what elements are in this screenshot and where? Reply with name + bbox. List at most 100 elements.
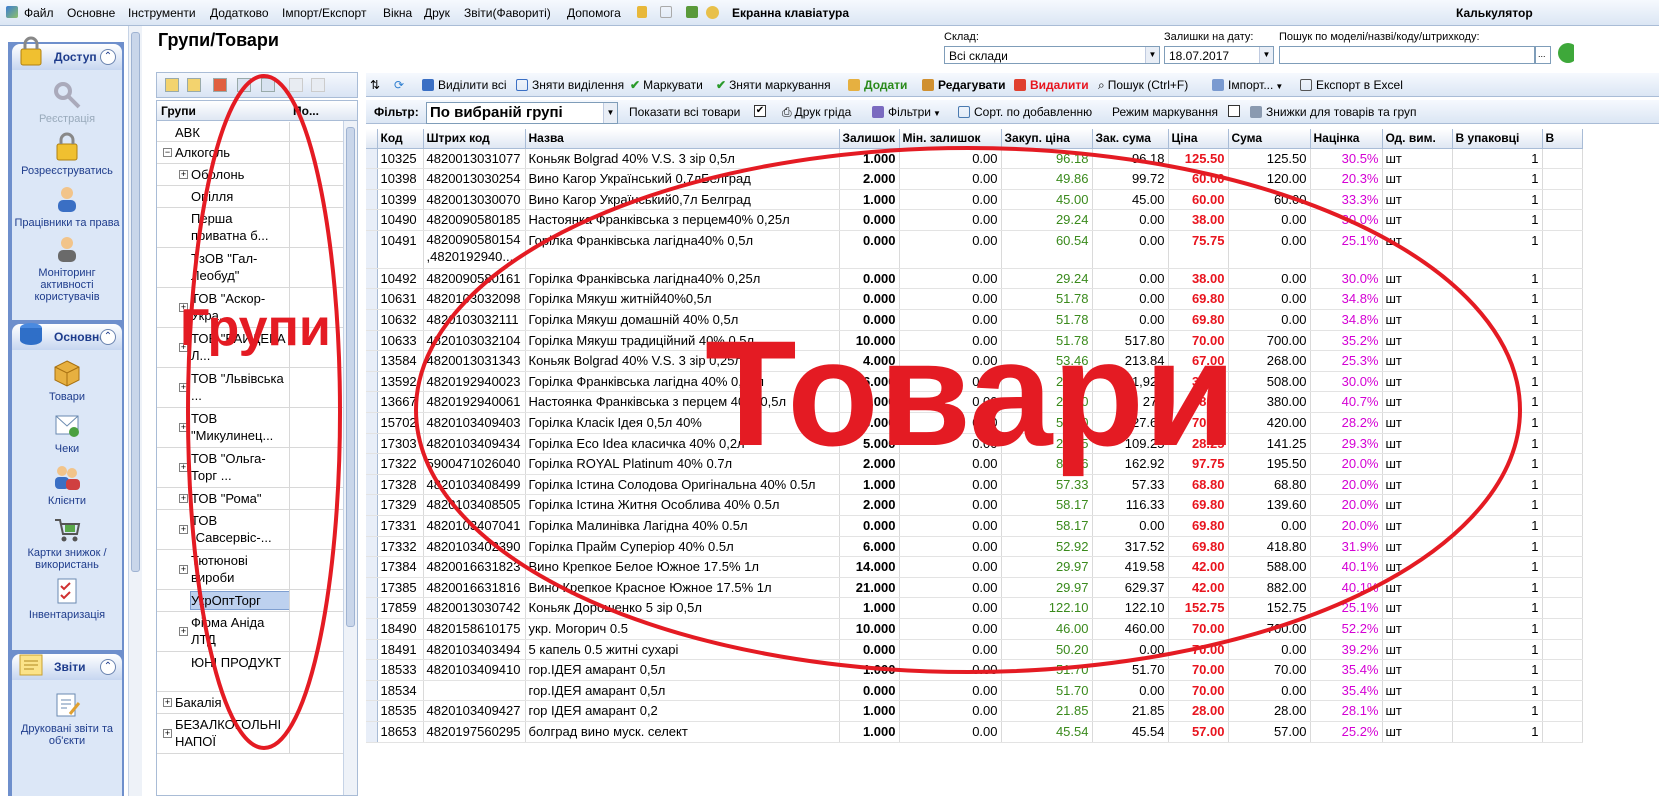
group-row[interactable]: + ТОВ "Аскор-Укра... [157,288,343,328]
table-row[interactable]: 17329 4820103408505 Горілка Істина Житня О… [366,494,1583,516]
user-lock-icon[interactable] [686,6,698,18]
sidebar-item-clients[interactable]: Клієнти [12,462,122,507]
table-row[interactable]: 17385 4820016631816 Вино Крепкое Красное Ю… [366,577,1583,599]
group-row[interactable]: Опілля [157,186,343,208]
chevron-down-icon[interactable]: ▼ [1259,47,1273,63]
group-row[interactable]: ТзОВ "Гал-Леобуд" [157,248,343,288]
expand-icon[interactable]: + [179,463,188,472]
show-all-goods-checkbox[interactable]: ✔ [754,105,766,117]
row-indicator[interactable] [366,700,378,722]
groups-column-header[interactable]: Групи [161,104,196,118]
add-group-icon[interactable] [165,78,179,92]
table-row[interactable]: 10399 4820013030070 Вино Кагор Український… [366,189,1583,211]
row-indicator[interactable] [366,371,378,393]
date-picker[interactable]: 18.07.2017 ▼ [1164,46,1274,64]
expand-icon[interactable]: + [179,423,188,432]
sidebar-item-registration[interactable]: Реєстрація [12,80,122,125]
import-button[interactable]: Імпорт... ▼ [1212,78,1283,92]
table-row[interactable]: 17328 4820103408499 Горілка Істина Солодов… [366,474,1583,496]
column-header[interactable]: Ціна [1168,129,1229,149]
table-row[interactable]: 10631 4820103032098 Горілка Мякуш житній40… [366,288,1583,311]
marking-mode-checkbox[interactable] [1228,105,1240,117]
sidebar-item-discount-cards[interactable]: Картки знижок / використань [12,514,122,571]
expand-icon[interactable]: + [179,494,188,503]
group-row[interactable]: − Алкоголь [157,142,343,164]
lock-icon[interactable] [637,6,647,18]
column-header[interactable]: Мін. залишок [899,129,1002,149]
expand-icon[interactable]: + [179,383,188,392]
expand-icon[interactable]: + [179,303,188,312]
group-row[interactable]: + БЕЗАЛКОГОЛЬНІ НАПОЇ [157,714,343,754]
column-header[interactable]: В упаковці [1452,129,1543,149]
menu-main[interactable]: Основне [67,6,115,20]
group-row[interactable]: + Бакалія [157,692,343,714]
column-header[interactable]: Закуп. ціна [1001,129,1093,149]
table-row[interactable]: 18533 4820103409410 гор.ІДЕЯ амарант 0,5л 1… [366,659,1583,681]
group-row[interactable]: ЮНІ ПРОДУКТ [157,652,343,692]
sidebar-item-employees[interactable]: Працівники та права [12,184,122,229]
sidebar-item-inventory[interactable]: Інвентаризація [12,576,122,621]
table-row[interactable]: 18535 4820103409427 гор ІДЕЯ амарант 0,2 1.… [366,700,1583,722]
sidebar-scrollbar[interactable] [128,26,142,796]
grid-view-icon[interactable] [237,78,251,92]
row-indicator[interactable] [366,680,378,702]
deselect-button[interactable]: Зняти виділення [516,78,624,92]
group-row[interactable]: + ТОВ "Ольга-Торг ... [157,448,343,488]
expand-icon[interactable]: + [179,627,188,636]
unmark-button[interactable]: ✔ Зняти маркування [716,78,831,92]
print-icon[interactable] [289,78,303,92]
row-indicator[interactable] [366,189,378,211]
menu-reports-favorites[interactable]: Звіти(Фавориті) [464,6,551,20]
table-row[interactable]: 10398 4820013030254 Вино Кагор Український… [366,168,1583,190]
row-indicator[interactable] [366,577,378,599]
sidebar-item-unregister[interactable]: Розреєструватись [12,132,122,177]
menu-print[interactable]: Друк [424,6,450,20]
key-icon[interactable] [660,6,672,18]
group-row[interactable]: + ТОВ "Микулинец... [157,408,343,448]
collapse-icon[interactable]: ⌃ [100,49,116,65]
section-reports-header[interactable]: Звіти ⌃ [12,654,122,680]
menu-help[interactable]: Допомога [567,6,621,20]
search-input[interactable] [1279,46,1535,64]
group-row[interactable]: УкрОптТорг [157,590,343,612]
menu-additional[interactable]: Додатково [210,6,269,20]
row-indicator[interactable] [366,639,378,661]
export-excel-button[interactable]: Експорт в Excel [1300,78,1403,92]
table-row[interactable]: 13592 4820192940023 Горілка Франківська ла… [366,371,1583,393]
expand-icon[interactable]: + [179,170,188,179]
row-indicator[interactable] [366,350,378,372]
add-button[interactable]: Додати [848,78,907,92]
table-row[interactable]: 18534 гор.ІДЕЯ амарант 0,5л 0.000 0.00 51.70… [366,680,1583,702]
print-grid-button[interactable]: ⎙ Друк гріда [782,105,851,120]
table-row[interactable]: 10632 4820103032111 Горілка Мякуш домашній… [366,309,1583,331]
table-row[interactable]: 10633 4820103032104 Горілка Мякуш традицій… [366,330,1583,352]
row-indicator[interactable] [366,330,378,352]
expand-icon[interactable]: + [179,525,188,534]
group-row[interactable]: + ТОВ "БАЙДЕРА Л... [157,328,343,368]
expand-icon[interactable]: ⇅ [370,78,380,92]
menu-windows[interactable]: Вікна [383,6,412,20]
row-indicator[interactable] [366,659,378,681]
calculator-button[interactable]: Калькулятор [1456,6,1533,20]
table-row[interactable]: 18490 4820158610175 укр. Могорич 0.5 10.000… [366,618,1583,640]
table-row[interactable]: 10325 4820013031077 Коньяк Bolgrad 40% V.S… [366,148,1583,170]
groups-po-column-header[interactable]: По... [293,104,319,118]
sidebar-item-receipts[interactable]: Чеки [12,410,122,455]
groups-scrollbar[interactable] [343,121,357,795]
table-row[interactable]: 17332 4820103402390 Горілка Прайм Суперіор… [366,536,1583,558]
edit-button[interactable]: Редагувати [922,78,1006,92]
search-button[interactable]: ⌕ Пошук (Ctrl+F) [1098,78,1188,93]
column-header[interactable]: Назва [525,129,840,149]
table-row[interactable]: 17384 4820016631823 Вино Крепкое Белое Южн… [366,556,1583,578]
collapse-icon[interactable]: ⌃ [100,659,116,675]
table-row[interactable]: 18491 4820103403494 5 капель 0.5 житні сух… [366,639,1583,661]
collapse-icon[interactable]: ⌃ [100,329,116,345]
search-options-button[interactable]: ... [1535,46,1551,64]
table-row[interactable]: 17322 5900471026040 Горілка ROYAL Platinum… [366,453,1583,475]
row-indicator[interactable] [366,288,378,311]
expand-icon[interactable]: + [179,343,188,352]
row-indicator[interactable] [366,618,378,640]
edit-group-icon[interactable] [187,78,201,92]
chevron-down-icon[interactable]: ▼ [603,103,617,123]
clock-icon[interactable] [706,6,719,19]
